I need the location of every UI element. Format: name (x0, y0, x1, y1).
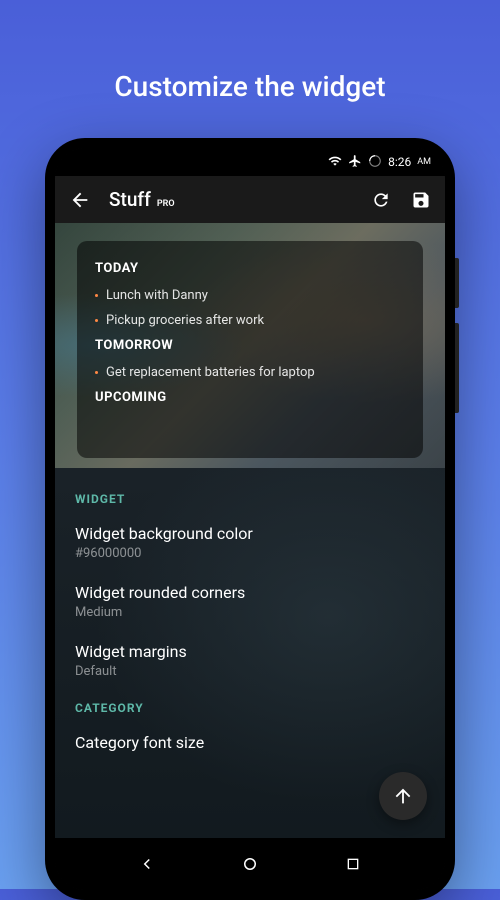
refresh-button[interactable] (371, 190, 391, 210)
app-bar: Stuff PRO (55, 176, 445, 223)
pro-badge: PRO (157, 199, 175, 209)
section-header-category: CATEGORY (75, 701, 425, 715)
setting-value: Medium (75, 605, 425, 620)
status-time-period: AM (417, 157, 431, 167)
phone-frame: 8:26 AM Stuff PRO TODAY (45, 138, 455, 900)
setting-title: Widget background color (75, 524, 425, 543)
widget-item: Get replacement batteries for laptop (95, 361, 405, 386)
setting-margins[interactable]: Widget margins Default (75, 642, 425, 679)
setting-font-size[interactable]: Category font size (75, 733, 425, 752)
hero-title: Customize the widget (114, 70, 385, 103)
nav-bar (55, 838, 445, 890)
widget-item-text: Pickup groceries after work (106, 313, 264, 328)
volume-button (455, 323, 459, 413)
widget-preview: TODAY Lunch with Danny Pickup groceries … (55, 223, 445, 468)
setting-value: Default (75, 664, 425, 679)
setting-title: Category font size (75, 733, 425, 752)
settings-panel: WIDGET Widget background color #96000000… (55, 468, 445, 838)
widget-item: Lunch with Danny (95, 284, 405, 309)
widget-item-text: Get replacement batteries for laptop (106, 365, 315, 380)
scroll-top-fab[interactable] (379, 772, 427, 820)
section-header-widget: WIDGET (75, 492, 425, 506)
widget-section-today: TODAY (95, 261, 405, 276)
nav-recent-button[interactable] (341, 852, 365, 876)
setting-rounded-corners[interactable]: Widget rounded corners Medium (75, 583, 425, 620)
phone-screen: 8:26 AM Stuff PRO TODAY (55, 148, 445, 890)
setting-value: #96000000 (75, 546, 425, 561)
setting-title: Widget margins (75, 642, 425, 661)
app-title-text: Stuff (109, 188, 151, 211)
widget-item-text: Lunch with Danny (106, 288, 208, 303)
save-button[interactable] (411, 190, 431, 210)
power-button (455, 258, 459, 308)
airplane-icon (348, 154, 362, 171)
widget-section-tomorrow: TOMORROW (95, 338, 405, 353)
loading-icon (368, 154, 382, 171)
wifi-icon (328, 154, 342, 171)
nav-back-button[interactable] (135, 852, 159, 876)
back-button[interactable] (69, 189, 91, 211)
widget-item: Pickup groceries after work (95, 309, 405, 334)
setting-title: Widget rounded corners (75, 583, 425, 602)
app-title: Stuff PRO (109, 188, 353, 211)
widget-section-upcoming: UPCOMING (95, 390, 405, 405)
phone-notch (190, 148, 310, 168)
setting-bg-color[interactable]: Widget background color #96000000 (75, 524, 425, 561)
widget-card: TODAY Lunch with Danny Pickup groceries … (77, 241, 423, 458)
status-time: 8:26 (388, 155, 411, 169)
nav-home-button[interactable] (238, 852, 262, 876)
